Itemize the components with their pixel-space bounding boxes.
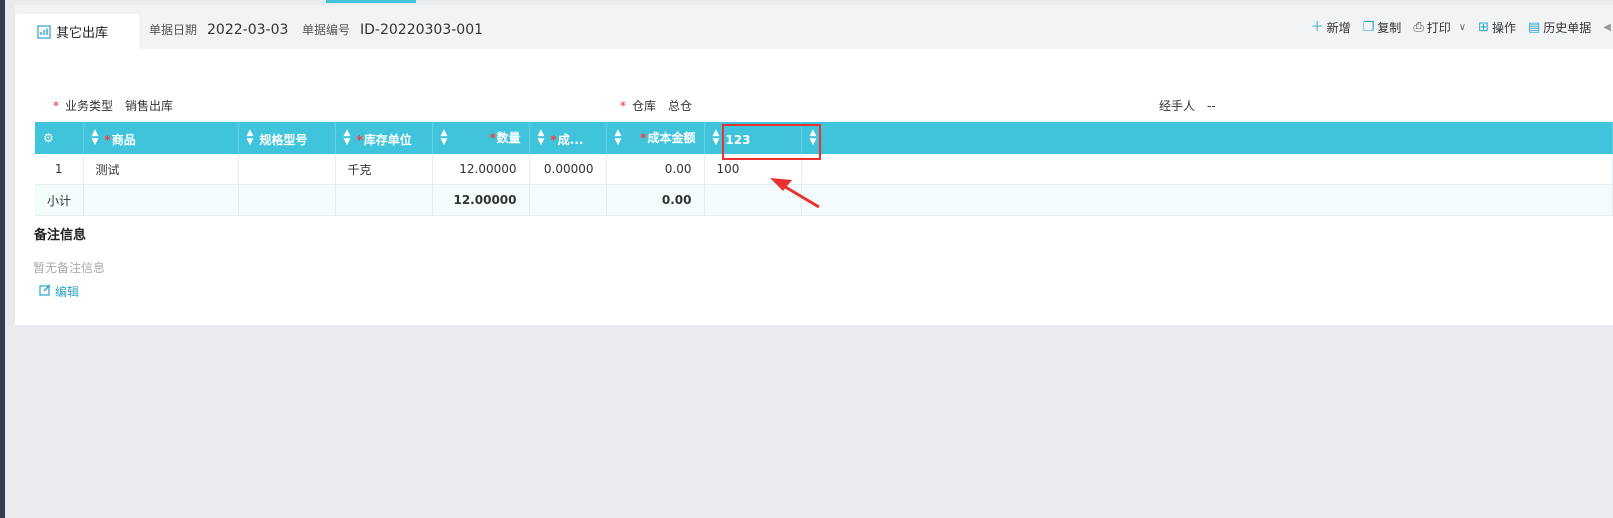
gear-icon: ⚙ (43, 131, 54, 145)
annotation-arrow-icon (770, 178, 820, 209)
sort-icon: ▲ ▼ (343, 127, 351, 147)
subtotal-empty (83, 184, 239, 216)
row-index: 1 (35, 154, 84, 185)
handler-value[interactable]: -- (1207, 99, 1216, 113)
subtotal-cost-amount: 0.00 (606, 184, 705, 216)
doc-date: 单据日期 2022-03-03 (149, 21, 288, 38)
chart-doc-icon (37, 24, 51, 39)
header-unit[interactable]: ▲ ▼ *库存单位 (335, 122, 433, 154)
sort-icon: ▲ ▼ (537, 127, 545, 147)
cell-extra[interactable] (801, 154, 1613, 185)
add-button[interactable]: ＋ 新增 (1311, 19, 1351, 36)
cell-unit[interactable]: 千克 (335, 154, 433, 185)
sort-icon: ▲ ▼ (614, 128, 622, 147)
subtotal-empty (335, 184, 433, 216)
chevron-down-icon[interactable]: ∨ (1459, 22, 1466, 33)
operations-label: 操作 (1491, 21, 1516, 35)
history-button[interactable]: ▤ 历史单据 (1528, 19, 1591, 36)
left-edge-strip (0, 0, 5, 518)
sort-icon: ▲ ▼ (246, 127, 254, 147)
copy-button[interactable]: ❐ 复制 (1363, 19, 1402, 36)
history-label: 历史单据 (1543, 21, 1592, 35)
doc-date-label: 单据日期 (149, 23, 198, 37)
document-panel: 其它出库 单据日期 2022-03-03 单据编号 ID-20220303-00… (15, 5, 1613, 325)
items-grid: ⚙ ▲ ▼ *商品 ▲ ▼ 规格型号 ▲ ▼ *库存单位 ▲ ▼ *数量 ▲ ▼… (35, 122, 1613, 216)
printer-icon: ⎙ (1413, 20, 1424, 35)
header-product-label: 商品 (111, 132, 136, 147)
header-spec[interactable]: ▲ ▼ 规格型号 (238, 122, 336, 154)
add-label: 新增 (1326, 21, 1351, 35)
grid-icon: ⊞ (1478, 20, 1489, 35)
copy-label: 复制 (1377, 21, 1402, 35)
subtotal-row: 小计 12.00000 0.00 (35, 184, 1613, 216)
copy-icon: ❐ (1362, 20, 1375, 35)
header-cost-amount-label: 成本金额 (647, 131, 696, 145)
tab-bar: 其它出库 单据日期 2022-03-03 单据编号 ID-20220303-00… (15, 5, 1613, 49)
tab-label: 其它出库 (56, 26, 109, 41)
subtotal-empty (238, 184, 336, 216)
required-mark: * (53, 98, 59, 113)
doc-number-value: ID-20220303-001 (360, 22, 484, 38)
biz-type-label: 业务类型 (65, 99, 114, 113)
collapse-arrow-icon[interactable]: ◀ (1603, 22, 1611, 33)
biz-type-value[interactable]: 销售出库 (125, 97, 173, 114)
cell-product[interactable]: 测试 (83, 154, 239, 185)
header-product[interactable]: ▲ ▼ *商品 (83, 122, 239, 154)
sort-icon: ▲ ▼ (91, 127, 99, 147)
subtotal-empty (801, 184, 1613, 216)
edit-remarks-link[interactable]: 编辑 (39, 283, 79, 300)
doc-number-label: 单据编号 (302, 23, 351, 37)
cell-spec[interactable] (238, 154, 336, 185)
edit-icon (39, 284, 51, 299)
print-label: 打印 (1426, 21, 1451, 35)
sort-icon: ▲ ▼ (440, 128, 448, 147)
subtotal-empty (529, 184, 607, 216)
header-extra[interactable]: ▲ ▼ (801, 122, 1613, 154)
toolbar: ＋ 新增 ❐ 复制 ⎙ 打印 ∨ ⊞ 操作 ▤ 历史单据 ◀ (1311, 19, 1613, 36)
handler-label: 经手人 (1159, 99, 1196, 113)
highlight-box (722, 124, 821, 160)
remarks-empty-text: 暂无备注信息 (33, 261, 106, 275)
column-settings-header[interactable]: ⚙ (35, 122, 84, 154)
tab-other-outbound[interactable]: 其它出库 (15, 14, 139, 49)
operations-button[interactable]: ⊞ 操作 (1478, 19, 1516, 36)
cell-cost[interactable]: 0.00000 (529, 154, 607, 185)
history-doc-icon: ▤ (1527, 20, 1541, 35)
header-cost[interactable]: ▲ ▼ *成... (529, 122, 607, 154)
top-accent-bar (326, 0, 416, 3)
doc-number: 单据编号 ID-20220303-001 (302, 21, 483, 38)
warehouse-label: 仓库 (632, 99, 657, 113)
required-mark: * (620, 98, 626, 113)
header-cost-amount[interactable]: ▲ ▼ *成本金额 (606, 122, 705, 154)
cell-cost-amount[interactable]: 0.00 (606, 154, 705, 185)
doc-date-value: 2022-03-03 (207, 22, 289, 38)
warehouse-value[interactable]: 总仓 (668, 97, 692, 114)
warehouse-field: * 仓库 总仓 (620, 97, 692, 114)
subtotal-label: 小计 (35, 184, 84, 216)
plus-icon: ＋ (1310, 20, 1324, 35)
edit-label: 编辑 (55, 285, 80, 299)
table-row[interactable]: 1 测试 千克 12.00000 0.00000 0.00 100 (35, 154, 1613, 185)
header-cost-label: 成... (557, 132, 584, 147)
header-qty-label: 数量 (496, 131, 521, 145)
cell-qty[interactable]: 12.00000 (432, 154, 530, 185)
biz-type-field: * 业务类型 销售出库 (53, 97, 173, 114)
header-unit-label: 库存单位 (363, 132, 412, 147)
subtotal-qty: 12.00000 (432, 184, 530, 216)
header-spec-label: 规格型号 (259, 132, 308, 147)
print-button[interactable]: ⎙ 打印 (1413, 19, 1450, 36)
handler-field: 经手人 -- (1159, 97, 1216, 114)
sort-icon: ▲ ▼ (712, 128, 720, 147)
remarks-title: 备注信息 (34, 228, 87, 243)
header-qty[interactable]: ▲ ▼ *数量 (432, 122, 530, 154)
